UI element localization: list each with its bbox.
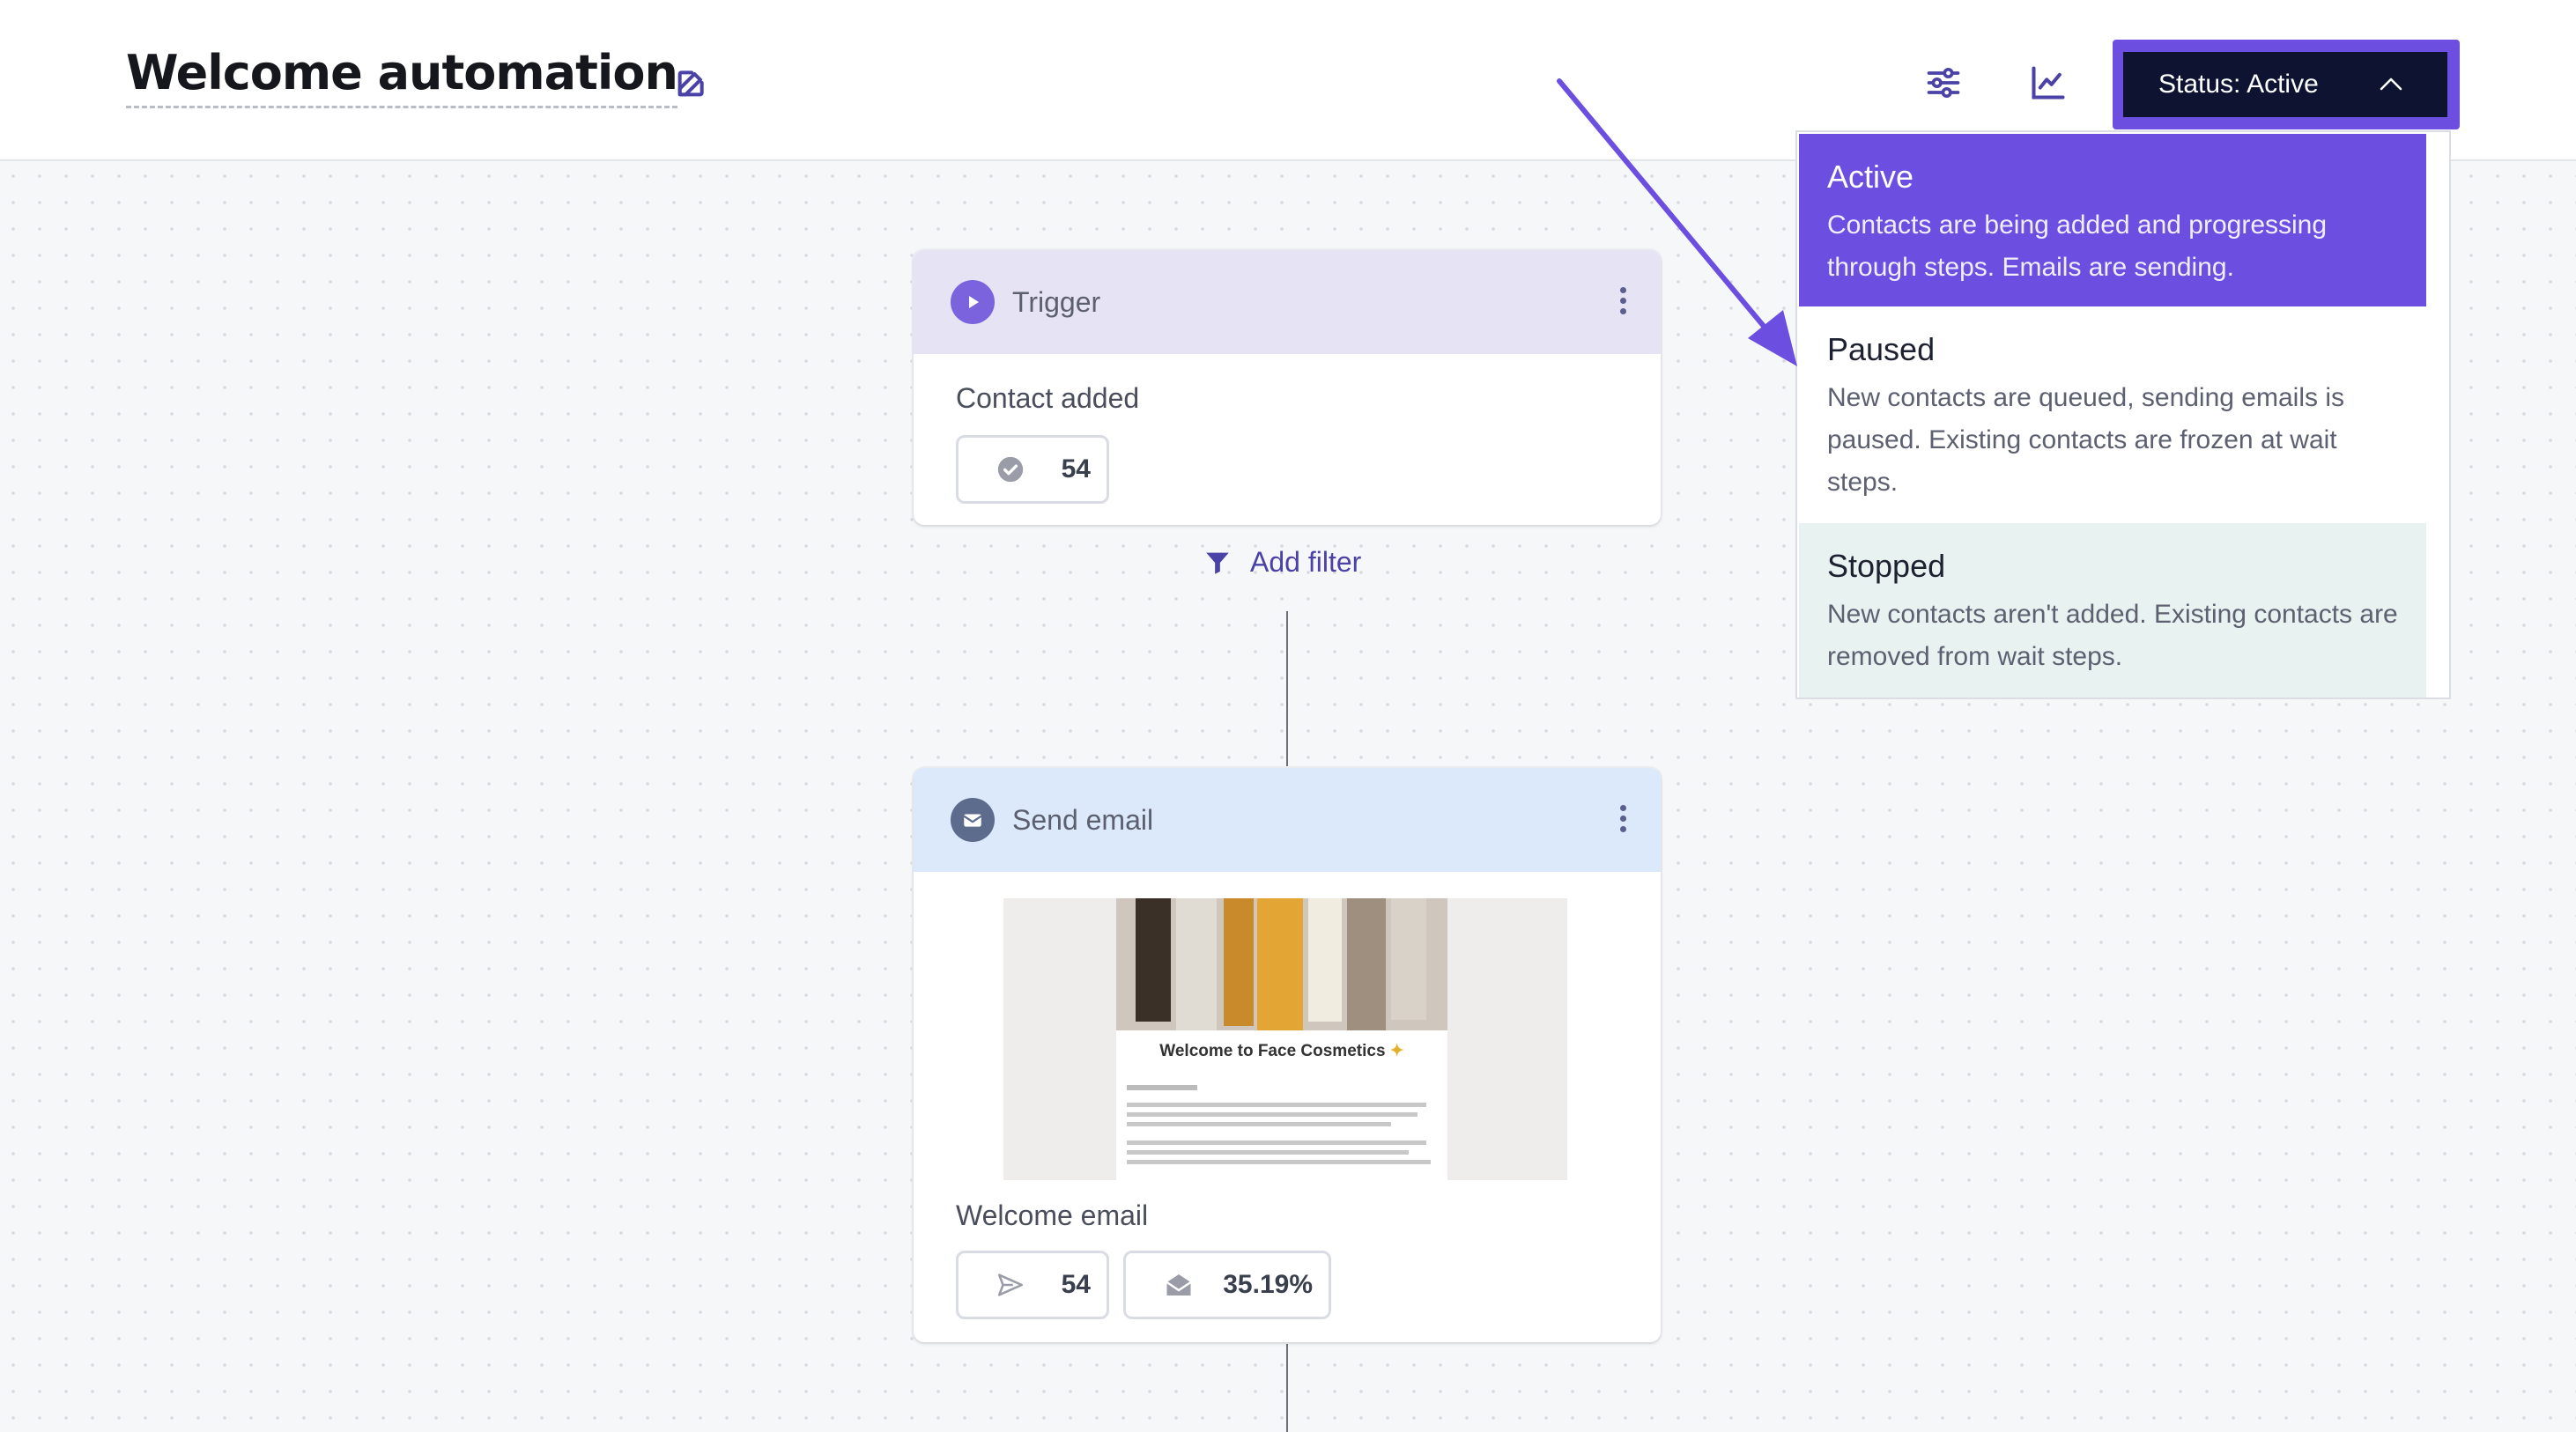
status-option-title: Paused bbox=[1827, 331, 1936, 367]
sliders-icon[interactable] bbox=[1924, 63, 1963, 102]
trigger-count: 54 bbox=[1061, 454, 1091, 483]
status-option-title: Stopped bbox=[1827, 548, 1946, 584]
connector-line bbox=[1286, 1342, 1288, 1432]
status-label: Status: Active bbox=[2158, 70, 2319, 99]
send-icon bbox=[997, 1273, 1024, 1296]
add-filter-button[interactable]: Add filter bbox=[1203, 546, 1361, 579]
sent-count-pill[interactable]: 54 bbox=[956, 1251, 1109, 1319]
sent-count: 54 bbox=[1061, 1270, 1091, 1299]
chevron-up-icon bbox=[2380, 78, 2402, 91]
status-dropdown-menu: Active Contacts are being added and prog… bbox=[1795, 130, 2451, 699]
status-option-description: New contacts are queued, sending emails … bbox=[1827, 383, 2344, 497]
check-circle-icon bbox=[997, 456, 1024, 483]
line-chart-icon[interactable] bbox=[2029, 63, 2068, 102]
send-email-label: Send email bbox=[1012, 803, 1154, 836]
trigger-card-header: Trigger bbox=[914, 250, 1661, 354]
trigger-label: Trigger bbox=[1012, 285, 1101, 318]
send-email-card[interactable]: Send email Welcome to Face Cosmetics ✦ W… bbox=[914, 768, 1661, 1342]
page-title[interactable]: Welcome automation bbox=[126, 44, 678, 108]
status-option-stopped[interactable]: Stopped New contacts aren't added. Exist… bbox=[1799, 523, 2426, 698]
status-option-description: New contacts aren't added. Existing cont… bbox=[1827, 600, 2398, 671]
send-email-card-header: Send email bbox=[914, 768, 1661, 872]
email-preview-thumbnail[interactable]: Welcome to Face Cosmetics ✦ bbox=[1003, 898, 1567, 1180]
status-option-paused[interactable]: Paused New contacts are queued, sending … bbox=[1799, 306, 2426, 523]
status-dropdown-focus-ring: Status: Active bbox=[2113, 40, 2460, 129]
trigger-card[interactable]: Trigger Contact added 54 bbox=[914, 250, 1661, 525]
status-option-active[interactable]: Active Contacts are being added and prog… bbox=[1799, 134, 2426, 306]
email-preview-body-lines bbox=[1127, 1085, 1437, 1164]
trigger-event: Contact added bbox=[956, 382, 1140, 414]
pencil-icon[interactable] bbox=[674, 65, 709, 100]
more-options-icon[interactable] bbox=[1620, 805, 1627, 835]
play-icon bbox=[951, 280, 995, 324]
open-rate: 35.19% bbox=[1223, 1270, 1313, 1299]
email-name: Welcome email bbox=[956, 1199, 1149, 1231]
connector-line bbox=[1286, 611, 1288, 768]
status-option-title: Active bbox=[1827, 159, 1914, 195]
add-filter-label: Add filter bbox=[1250, 546, 1362, 578]
status-button[interactable]: Status: Active bbox=[2123, 52, 2447, 117]
envelope-icon bbox=[951, 798, 995, 842]
status-option-description: Contacts are being added and progressing… bbox=[1827, 210, 2328, 282]
funnel-icon bbox=[1206, 552, 1229, 574]
open-rate-pill[interactable]: 35.19% bbox=[1123, 1251, 1331, 1319]
email-preview-heading: Welcome to Face Cosmetics ✦ bbox=[1159, 1042, 1404, 1060]
more-options-icon[interactable] bbox=[1620, 287, 1627, 317]
trigger-count-pill[interactable]: 54 bbox=[956, 435, 1109, 504]
envelope-open-icon bbox=[1166, 1274, 1192, 1295]
